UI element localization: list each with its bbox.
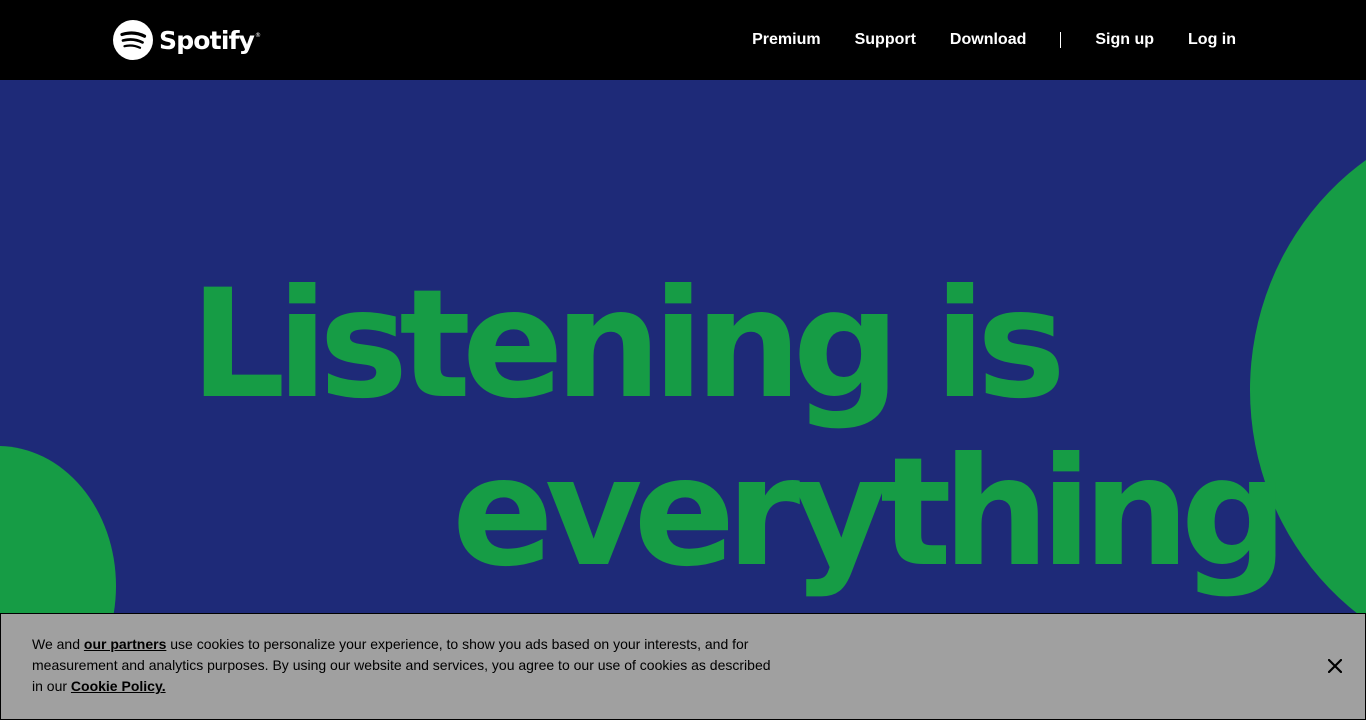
nav-signup-link[interactable]: Sign up <box>1078 31 1171 49</box>
spotify-wordmark: Spotify ® <box>159 25 261 55</box>
cookie-text-start: We and <box>32 636 84 652</box>
nav-divider <box>1060 32 1062 48</box>
nav-login-link[interactable]: Log in <box>1171 31 1253 49</box>
site-header: Spotify ® Premium Support Download Sign u… <box>0 0 1366 80</box>
partners-link[interactable]: our partners <box>84 636 166 652</box>
spotify-logo[interactable]: Spotify ® <box>113 20 261 60</box>
spotify-logo-icon <box>113 20 153 60</box>
cookie-policy-link[interactable]: Cookie Policy. <box>71 678 166 694</box>
cookie-banner: We and our partners use cookies to perso… <box>0 613 1366 720</box>
main-nav: Premium Support Download Sign up Log in <box>735 0 1253 80</box>
cookie-close-button[interactable] <box>1321 652 1349 680</box>
close-icon <box>1328 659 1342 673</box>
nav-support-link[interactable]: Support <box>838 31 933 49</box>
nav-premium-link[interactable]: Premium <box>735 31 837 49</box>
hero-headline-line2: everything <box>452 426 1288 600</box>
cookie-message: We and our partners use cookies to perso… <box>32 634 772 697</box>
registered-mark: ® <box>254 31 261 39</box>
hero-headline-line1: Listening is <box>190 258 1066 432</box>
nav-download-link[interactable]: Download <box>933 31 1043 49</box>
